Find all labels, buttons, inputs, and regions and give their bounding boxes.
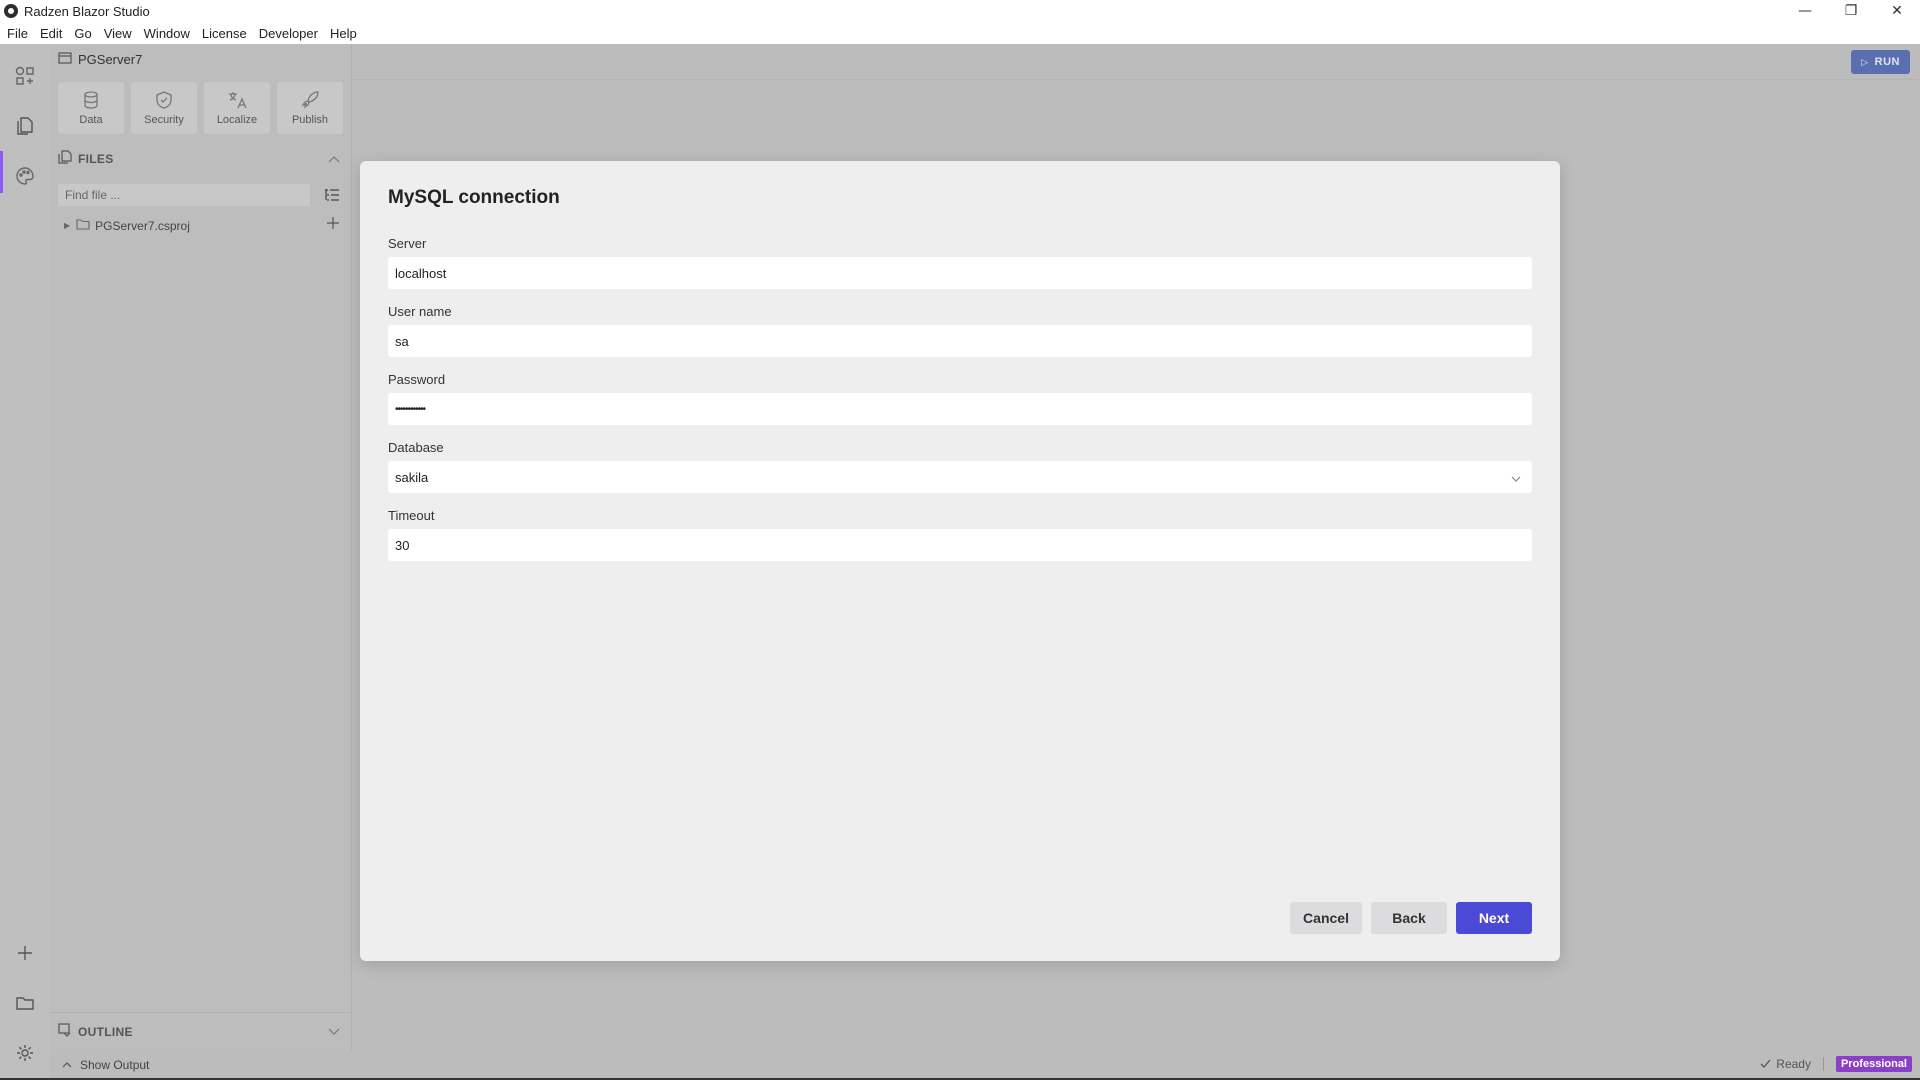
publish-button[interactable]: Publish	[277, 82, 343, 134]
database-value: sakila	[395, 469, 429, 485]
menu-license[interactable]: License	[202, 26, 247, 41]
chevron-down-icon[interactable]	[1510, 471, 1522, 486]
play-icon: ▷	[1861, 56, 1869, 67]
check-icon	[1760, 1057, 1771, 1071]
tree-item-project[interactable]: ▶ PGServer7.csproj	[64, 216, 344, 233]
security-button[interactable]: Security	[131, 82, 197, 134]
status-bar: Show Output Ready Professional	[50, 1050, 1920, 1080]
data-label: Data	[79, 114, 103, 126]
project-title: PGServer7	[58, 52, 142, 67]
active-indicator	[0, 151, 3, 193]
next-button[interactable]: Next	[1456, 902, 1532, 934]
outline-section-icon	[58, 1023, 72, 1040]
show-output-label: Show Output	[80, 1058, 150, 1072]
dialog-buttons: Cancel Back Next	[1290, 902, 1532, 934]
menu-view[interactable]: View	[104, 26, 132, 41]
menu-bar: File Edit Go View Window License Develop…	[0, 22, 1920, 44]
username-field: User name sa	[388, 304, 1532, 357]
edition-badge: Professional	[1835, 1056, 1912, 1072]
menu-go[interactable]: Go	[74, 26, 91, 41]
caret-right-icon[interactable]: ▶	[64, 221, 70, 230]
window-icon	[58, 52, 72, 67]
status-right: Ready Professional	[1760, 1056, 1912, 1072]
rocket-icon	[301, 91, 319, 109]
menu-window[interactable]: Window	[144, 26, 190, 41]
database-select[interactable]: sakila	[388, 461, 1532, 493]
files-header-label: FILES	[78, 151, 114, 166]
database-field: Database sakila	[388, 440, 1532, 493]
tool-row: Data Security Localize Publish	[58, 82, 343, 134]
files-icon[interactable]	[12, 113, 38, 139]
app-logo-icon	[4, 4, 18, 18]
back-button[interactable]: Back	[1371, 902, 1447, 934]
password-input[interactable]: ••••••••••••	[388, 393, 1532, 425]
menu-edit[interactable]: Edit	[40, 26, 62, 41]
outline-header[interactable]: OUTLINE	[58, 1023, 344, 1040]
close-button[interactable]: ✕	[1874, 0, 1920, 22]
outline-header-label: OUTLINE	[78, 1024, 133, 1039]
chevron-up-icon	[62, 1060, 72, 1070]
timeout-label: Timeout	[388, 508, 435, 523]
username-label: User name	[388, 304, 452, 319]
folder-icon[interactable]	[12, 990, 38, 1016]
add-file-icon[interactable]	[326, 216, 340, 233]
status-separator	[1822, 1057, 1824, 1071]
security-label: Security	[144, 114, 184, 126]
title-bar: Radzen Blazor Studio — ❐ ✕	[0, 0, 1920, 22]
database-icon	[84, 91, 98, 109]
dialog-title: MySQL connection	[388, 187, 560, 208]
server-label: Server	[388, 236, 427, 251]
localize-button[interactable]: Localize	[204, 82, 270, 134]
status-ready: Ready	[1760, 1057, 1811, 1071]
status-ready-label: Ready	[1776, 1057, 1811, 1071]
outline-divider	[50, 1012, 352, 1013]
project-name: PGServer7	[78, 52, 143, 67]
show-output-button[interactable]: Show Output	[62, 1058, 149, 1072]
gear-icon[interactable]	[12, 1040, 38, 1066]
chevron-up-icon[interactable]	[328, 152, 340, 166]
password-label: Password	[388, 372, 446, 387]
server-input[interactable]: localhost	[388, 257, 1532, 289]
palette-icon[interactable]	[12, 163, 38, 189]
window-title: Radzen Blazor Studio	[24, 3, 150, 19]
files-section-icon	[58, 150, 72, 167]
side-panel: PGServer7 Data Security Localize Publish	[50, 44, 352, 1080]
folder-icon	[76, 218, 90, 233]
run-button[interactable]: ▷ RUN	[1851, 50, 1910, 74]
files-header[interactable]: FILES	[58, 150, 344, 167]
menu-file[interactable]: File	[7, 26, 28, 41]
minimize-button[interactable]: —	[1782, 0, 1828, 22]
chevron-down-icon[interactable]	[328, 1025, 340, 1039]
mysql-connection-dialog: MySQL connection Server localhost User n…	[360, 161, 1560, 961]
server-field: Server localhost	[388, 236, 1532, 289]
data-button[interactable]: Data	[58, 82, 124, 134]
timeout-field: Timeout 30	[388, 508, 1532, 561]
shield-icon	[156, 91, 172, 109]
cancel-button[interactable]: Cancel	[1290, 902, 1362, 934]
translate-icon	[229, 92, 247, 109]
password-field: Password ••••••••••••	[388, 372, 1532, 425]
toolbar-divider	[352, 79, 1920, 80]
publish-label: Publish	[291, 114, 329, 126]
find-row	[58, 184, 344, 206]
menu-developer[interactable]: Developer	[259, 26, 318, 41]
localize-label: Localize	[216, 114, 258, 126]
window-controls: — ❐ ✕	[1782, 0, 1920, 22]
database-label: Database	[388, 440, 444, 455]
run-label: RUN	[1874, 56, 1900, 68]
tree-view-icon[interactable]	[320, 184, 344, 206]
maximize-button[interactable]: ❐	[1828, 0, 1874, 22]
add-icon[interactable]	[12, 940, 38, 966]
username-input[interactable]: sa	[388, 325, 1532, 357]
activity-bar	[0, 44, 50, 1080]
find-file-input[interactable]	[58, 184, 310, 206]
timeout-input[interactable]: 30	[388, 529, 1532, 561]
menu-help[interactable]: Help	[330, 26, 357, 41]
tree-item-label: PGServer7.csproj	[95, 218, 190, 233]
components-icon[interactable]	[12, 63, 38, 89]
